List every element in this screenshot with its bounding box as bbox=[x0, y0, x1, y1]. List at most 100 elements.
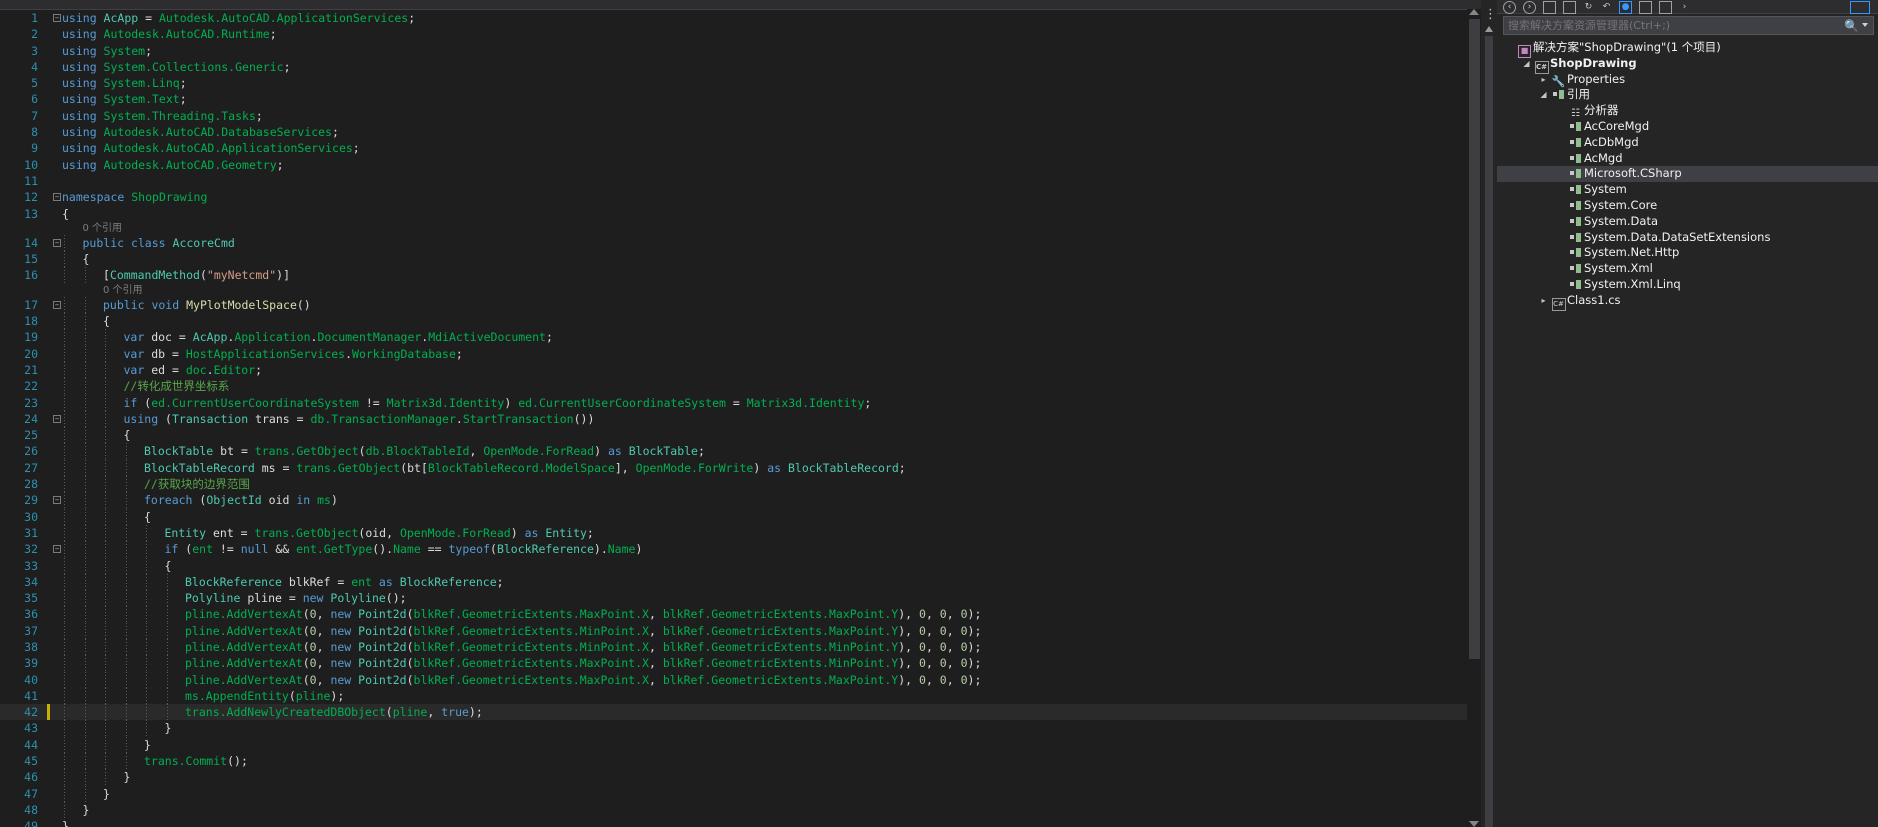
code-line[interactable]: 20 var db = HostApplicationServices.Worki… bbox=[0, 345, 1481, 362]
tree-item-accoremgd[interactable]: AcCoreMgd bbox=[1497, 119, 1878, 135]
fold-collapse-icon[interactable]: − bbox=[53, 414, 61, 423]
code-line[interactable]: 13 { bbox=[0, 206, 1481, 222]
code-line[interactable]: 6 using System.Text; bbox=[0, 91, 1481, 107]
code-line[interactable]: 27 BlockTableRecord ms = trans.GetObject(… bbox=[0, 459, 1481, 477]
tree-item------shopdrawing--1-----[interactable]: ■ 解决方案"ShopDrawing"(1 个项目) bbox=[1497, 40, 1878, 58]
code-line[interactable]: 32 − if (ent != null && ent.GetType().Name… bbox=[0, 541, 1481, 558]
forward-arrow-icon[interactable]: › bbox=[1523, 1, 1536, 14]
code-line[interactable]: 18 { bbox=[0, 313, 1481, 330]
chevron-down-icon[interactable] bbox=[1862, 23, 1868, 27]
editor-vertical-scrollbar[interactable] bbox=[1467, 9, 1481, 827]
preview-icon[interactable] bbox=[1659, 1, 1672, 14]
tree-item-acdbmgd[interactable]: AcDbMgd bbox=[1497, 135, 1878, 151]
code-line[interactable]: 10 using Autodesk.AutoCAD.Geometry; bbox=[0, 157, 1481, 173]
tree-item-shopdrawing[interactable]: ◢ C# ShopDrawing bbox=[1497, 56, 1878, 74]
code-line[interactable]: 4 using System.Collections.Generic; bbox=[0, 59, 1481, 75]
code-line[interactable]: 14 − public class AccoreCmd bbox=[0, 234, 1481, 252]
splitter-track[interactable] bbox=[1485, 36, 1493, 827]
code-line[interactable]: 25 { bbox=[0, 427, 1481, 444]
filter-icon[interactable] bbox=[1850, 1, 1870, 14]
code-line[interactable]: 45 trans.Commit(); bbox=[0, 753, 1481, 770]
tree-expander-icon[interactable]: ▸ bbox=[1537, 293, 1550, 309]
fold-collapse-icon[interactable]: − bbox=[53, 545, 61, 554]
properties-icon[interactable] bbox=[1639, 1, 1652, 14]
code-line[interactable]: 1 − using AcApp = Autodesk.AutoCAD.Applica… bbox=[0, 10, 1481, 26]
code-line[interactable]: 11 bbox=[0, 173, 1481, 189]
code-line[interactable]: 24 − using (Transaction trans = db.Transac… bbox=[0, 410, 1481, 428]
fold-collapse-icon[interactable]: − bbox=[53, 14, 61, 22]
tree-item-system[interactable]: System bbox=[1497, 182, 1878, 198]
code-line[interactable]: 22 //转化成世界坐标系 bbox=[0, 378, 1481, 395]
code-line[interactable]: 33 { bbox=[0, 557, 1481, 574]
code-line[interactable]: 9 using Autodesk.AutoCAD.ApplicationServi… bbox=[0, 140, 1481, 156]
fold-collapse-icon[interactable]: − bbox=[53, 193, 61, 202]
scroll-down-icon[interactable] bbox=[1469, 821, 1479, 827]
code-line[interactable]: 23 if (ed.CurrentUserCoordinateSystem != … bbox=[0, 394, 1481, 411]
scroll-up-icon[interactable] bbox=[1469, 9, 1479, 15]
tree-item-system.data[interactable]: System.Data bbox=[1497, 214, 1878, 230]
code-line[interactable]: 36 pline.AddVertexAt(0, new Point2d(blkRe… bbox=[0, 606, 1481, 623]
scroll-up-icon[interactable] bbox=[1485, 26, 1493, 32]
code-line[interactable]: 43} bbox=[0, 720, 1481, 737]
code-line[interactable]: 39 pline.AddVertexAt(0, new Point2d(blkRe… bbox=[0, 655, 1481, 672]
sync-icon[interactable]: ● bbox=[1619, 1, 1632, 14]
code-line[interactable]: 42 trans.AddNewlyCreatedDBObject(pline, t… bbox=[0, 704, 1481, 721]
tree-item-properties[interactable]: ▸ 🔧 Properties bbox=[1497, 72, 1878, 88]
code-line[interactable]: 16 [CommandMethod("myNetcmd")] bbox=[0, 267, 1481, 284]
codelens-label[interactable]: 0 个引用 bbox=[83, 222, 123, 235]
code-line[interactable]: 37 pline.AddVertexAt(0, new Point2d(blkRe… bbox=[0, 622, 1481, 639]
codelens-label[interactable]: 0 个引用 bbox=[103, 284, 143, 297]
code-line[interactable]: 17 − public void MyPlotModelSpace() bbox=[0, 296, 1481, 314]
code-line[interactable]: 49} bbox=[0, 818, 1481, 827]
code-line[interactable]: 38 pline.AddVertexAt(0, new Point2d(blkRe… bbox=[0, 638, 1481, 656]
code-line[interactable]: 28 //获取块的边界范围 bbox=[0, 476, 1481, 493]
tree-item---[interactable]: ◢ 引用 bbox=[1497, 87, 1878, 103]
tree-item----[interactable]: ☷ 分析器 bbox=[1497, 103, 1878, 119]
back-arrow-icon[interactable]: ‹ bbox=[1503, 1, 1516, 14]
refresh-icon[interactable]: ↻ bbox=[1583, 2, 1594, 13]
tree-item-acmgd[interactable]: AcMgd bbox=[1497, 151, 1878, 167]
tree-expander-icon[interactable]: ▸ bbox=[1537, 72, 1550, 88]
code-line[interactable]: 8 using Autodesk.AutoCAD.DatabaseServices… bbox=[0, 124, 1481, 140]
fold-collapse-icon[interactable]: − bbox=[53, 238, 61, 247]
code-line[interactable]: 35 Polyline pline = new Polyline(); bbox=[0, 590, 1481, 607]
code-line[interactable]: 5 using System.Linq; bbox=[0, 75, 1481, 91]
tree-item-system.xml.linq[interactable]: System.Xml.Linq bbox=[1497, 277, 1878, 293]
tree-item-system.core[interactable]: System.Core bbox=[1497, 198, 1878, 214]
codelens-reference-count[interactable]: 0 个引用 bbox=[0, 222, 1481, 235]
code-line[interactable]: 15 { bbox=[0, 251, 1481, 268]
home-icon[interactable] bbox=[1543, 1, 1556, 14]
solution-explorer-search[interactable]: 🔍 bbox=[1503, 16, 1874, 35]
pane-splitter[interactable]: ⋮ bbox=[1481, 0, 1497, 827]
code-line[interactable]: 41 ms.AppendEntity(pline); bbox=[0, 687, 1481, 705]
code-line[interactable]: 12 − namespace ShopDrawing bbox=[0, 189, 1481, 205]
code-line[interactable]: 48} bbox=[0, 801, 1481, 819]
tree-item-microsoft.csharp[interactable]: Microsoft.CSharp bbox=[1497, 166, 1878, 183]
code-line[interactable]: 21 var ed = doc.Editor; bbox=[0, 361, 1481, 379]
splitter-grip-icon[interactable]: ⋮ bbox=[1484, 8, 1497, 22]
code-line[interactable]: 19 var doc = AcApp.Application.DocumentMa… bbox=[0, 329, 1481, 346]
code-line[interactable]: 31 Entity ent = trans.GetObject(oid, Open… bbox=[0, 524, 1481, 542]
code-line[interactable]: 2 using Autodesk.AutoCAD.Runtime; bbox=[0, 26, 1481, 42]
tree-expander-icon[interactable]: ◢ bbox=[1537, 87, 1550, 103]
undo-icon[interactable]: ↶ bbox=[1601, 2, 1612, 13]
fold-collapse-icon[interactable]: − bbox=[53, 496, 61, 505]
fold-collapse-icon[interactable]: − bbox=[53, 300, 61, 309]
collapse-all-icon[interactable] bbox=[1563, 1, 1576, 14]
tree-item-system.xml[interactable]: System.Xml bbox=[1497, 261, 1878, 277]
search-input[interactable] bbox=[1508, 18, 1828, 34]
tree-item-class1.cs[interactable]: ▸ C# Class1.cs bbox=[1497, 293, 1878, 311]
code-line[interactable]: 40 pline.AddVertexAt(0, new Point2d(blkRe… bbox=[0, 671, 1481, 688]
code-line[interactable]: 47} bbox=[0, 785, 1481, 802]
editor-scrollbar-thumb[interactable] bbox=[1469, 19, 1480, 659]
code-line[interactable]: 29 − foreach (ObjectId oid in ms) bbox=[0, 492, 1481, 509]
code-line[interactable]: 44} bbox=[0, 736, 1481, 754]
code-line[interactable]: 26 BlockTable bt = trans.GetObject(db.Blo… bbox=[0, 443, 1481, 460]
code-line[interactable]: 34 BlockReference blkRef = ent as BlockRe… bbox=[0, 573, 1481, 591]
code-line[interactable]: 7 using System.Threading.Tasks; bbox=[0, 108, 1481, 124]
tree-expander-icon[interactable]: ◢ bbox=[1520, 56, 1533, 72]
solution-tree[interactable]: ■ 解决方案"ShopDrawing"(1 个项目) ◢ C# ShopDrawing ▸… bbox=[1497, 38, 1878, 311]
codelens-reference-count[interactable]: 0 个引用 bbox=[0, 284, 1481, 297]
code-line[interactable]: 46} bbox=[0, 769, 1481, 786]
code-line[interactable]: 3 using System; bbox=[0, 43, 1481, 59]
